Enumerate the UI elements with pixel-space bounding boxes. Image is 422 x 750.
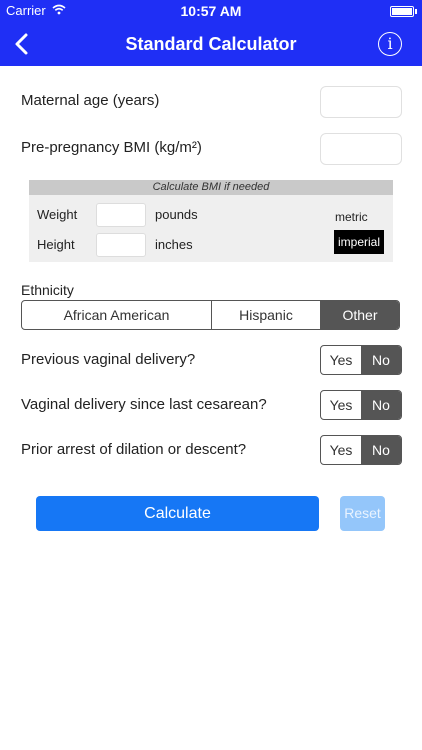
- metric-toggle[interactable]: metric: [335, 210, 368, 224]
- battery-icon: [390, 6, 417, 17]
- ethnicity-option-hispanic[interactable]: Hispanic: [212, 301, 321, 329]
- vaginal-delivery-since-cesarean-label: Vaginal delivery since last cesarean?: [21, 396, 267, 413]
- bmi-calculator-header: Calculate BMI if needed: [29, 180, 393, 195]
- height-label: Height: [37, 237, 75, 252]
- bmi-label: Pre-pregnancy BMI (kg/m²): [21, 139, 202, 156]
- height-unit-label: inches: [155, 237, 193, 252]
- weight-input[interactable]: [96, 203, 146, 227]
- ethnicity-option-other[interactable]: Other: [321, 301, 399, 329]
- yes-option[interactable]: Yes: [321, 346, 361, 374]
- previous-vaginal-delivery-label: Previous vaginal delivery?: [21, 351, 196, 368]
- weight-label: Weight: [37, 207, 78, 222]
- status-time: 10:57 AM: [180, 3, 242, 19]
- height-input[interactable]: [96, 233, 146, 257]
- calculate-button[interactable]: Calculate: [36, 496, 319, 531]
- info-icon[interactable]: i: [378, 32, 402, 56]
- no-option[interactable]: No: [361, 391, 401, 419]
- bmi-calculator-panel: Calculate BMI if needed Weight pounds He…: [29, 180, 393, 262]
- bmi-input[interactable]: [320, 133, 402, 165]
- maternal-age-input[interactable]: [320, 86, 402, 118]
- no-option[interactable]: No: [361, 436, 401, 464]
- ethnicity-segmented-control: African American Hispanic Other: [21, 300, 400, 330]
- page-title: Standard Calculator: [125, 34, 297, 54]
- reset-button[interactable]: Reset: [340, 496, 385, 531]
- imperial-toggle[interactable]: imperial: [334, 230, 384, 254]
- prior-arrest-toggle: Yes No: [320, 435, 402, 465]
- nav-header: Carrier 10:57 AM Standard Calculator i: [0, 0, 422, 66]
- no-option[interactable]: No: [361, 346, 401, 374]
- vaginal-delivery-since-cesarean-toggle: Yes No: [320, 390, 402, 420]
- previous-vaginal-delivery-toggle: Yes No: [320, 345, 402, 375]
- yes-option[interactable]: Yes: [321, 391, 361, 419]
- weight-unit-label: pounds: [155, 207, 198, 222]
- maternal-age-label: Maternal age (years): [21, 92, 160, 109]
- ethnicity-option-african-american[interactable]: African American: [22, 301, 212, 329]
- ethnicity-label: Ethnicity: [21, 282, 74, 298]
- prior-arrest-label: Prior arrest of dilation or descent?: [21, 441, 247, 458]
- status-bar: Carrier 10:57 AM: [0, 0, 422, 22]
- yes-option[interactable]: Yes: [321, 436, 361, 464]
